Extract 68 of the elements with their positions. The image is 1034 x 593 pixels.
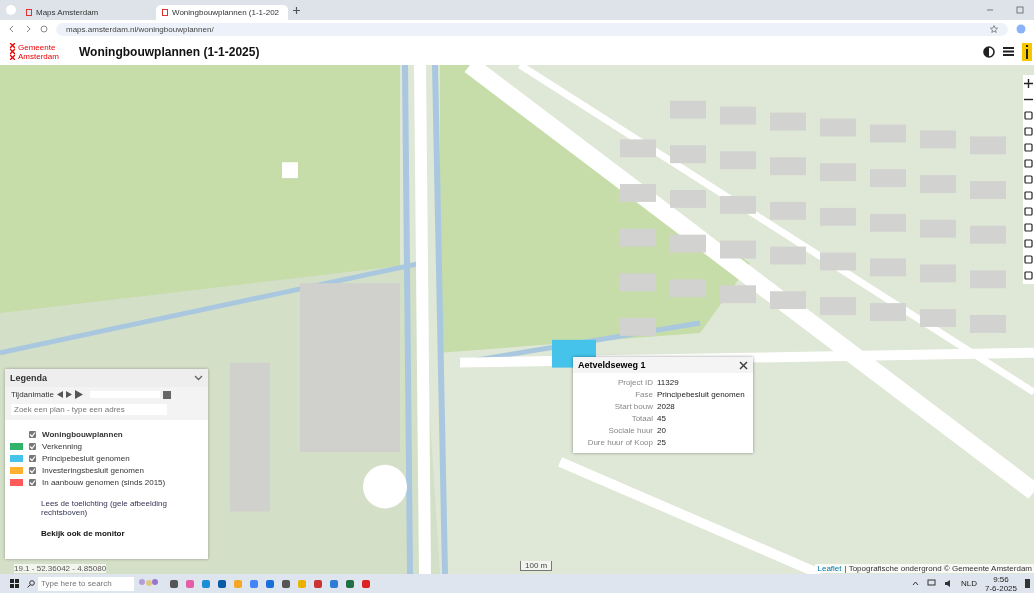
new-tab-icon[interactable] xyxy=(292,5,301,15)
contrast-icon[interactable] xyxy=(983,45,995,58)
logo-text: Gemeente xyxy=(18,42,57,52)
legend-label: Principebesluit genomen xyxy=(42,454,130,463)
field-value: 25 xyxy=(657,438,667,447)
logo-text: Amsterdam xyxy=(18,51,59,61)
popup-title: Aetveldseweg 1 xyxy=(578,360,646,370)
stop-button[interactable] xyxy=(162,390,171,399)
step-forward-icon[interactable] xyxy=(65,391,72,398)
field-label: Dure huur of Koop xyxy=(586,438,653,447)
checkbox[interactable] xyxy=(29,455,36,462)
browser-tab[interactable]: Woningbouwplannen (1-1-202 xyxy=(156,5,288,20)
play-icon[interactable] xyxy=(74,390,83,399)
checkbox[interactable] xyxy=(29,443,36,450)
square-icon[interactable] xyxy=(1024,189,1033,202)
logo-icon xyxy=(162,9,168,16)
address-field[interactable]: maps.amsterdam.nl/woningbouwplannen/ xyxy=(56,22,1008,36)
search-field[interactable]: Zoek een plan - type een adres xyxy=(11,404,167,415)
clock-date[interactable]: 7-6-2025 xyxy=(984,583,1017,593)
app-icon[interactable] xyxy=(186,579,194,588)
field-value: 2028 xyxy=(657,402,676,411)
legend-label: Investeringsbesluit genomen xyxy=(42,466,144,475)
checkbox[interactable] xyxy=(29,479,36,486)
browser-tab[interactable]: Maps Amsterdam xyxy=(20,5,152,20)
coordinates-text: 19.1 - 52.36042 - 4.85080 xyxy=(14,564,107,573)
taskbar-search-field[interactable]: Type here to search xyxy=(38,576,134,591)
reload-icon[interactable] xyxy=(40,25,48,33)
chevron-up-icon[interactable] xyxy=(911,581,919,586)
back-icon[interactable] xyxy=(8,25,16,33)
field-label: Fase xyxy=(634,390,653,399)
plus-icon[interactable] xyxy=(1024,77,1033,90)
network-icon[interactable] xyxy=(926,579,936,588)
menu-icon[interactable] xyxy=(1003,46,1014,57)
field-value: 45 xyxy=(657,414,667,423)
star-icon[interactable] xyxy=(990,25,998,33)
chevron-down-icon[interactable] xyxy=(194,375,203,381)
legend-label: In aanbouw genomen (sinds 2015) xyxy=(42,478,166,487)
legend-label: Woningbouwplannen xyxy=(42,430,123,439)
legend-title: Legenda xyxy=(10,373,47,383)
animation-label: Tijdanimatie xyxy=(11,390,54,399)
app-icon[interactable] xyxy=(218,579,226,588)
speaker-icon[interactable] xyxy=(943,579,953,588)
leaflet-link[interactable]: Leaflet xyxy=(817,564,842,573)
close-icon[interactable] xyxy=(739,360,748,370)
checkbox[interactable] xyxy=(29,467,36,474)
field-label: Sociale huur xyxy=(607,426,653,435)
field-label: Project ID xyxy=(616,378,653,387)
logo-icon xyxy=(26,9,32,16)
checkbox[interactable] xyxy=(29,431,36,438)
field-value: Principebesluit genomen xyxy=(657,390,746,399)
start-icon[interactable] xyxy=(10,579,19,588)
page-title: Woningbouwplannen (1-1-2025) xyxy=(79,44,260,59)
language-indicator[interactable]: NLD xyxy=(960,579,977,588)
forward-icon[interactable] xyxy=(24,25,32,33)
monitor-link[interactable]: Bekijk ook de monitor xyxy=(41,529,125,538)
info-icon[interactable] xyxy=(1022,42,1032,61)
field-value: 20 xyxy=(657,426,667,435)
legend-label: Verkenning xyxy=(42,442,83,451)
scale-bar: 100 m xyxy=(520,561,553,571)
square-icon[interactable] xyxy=(1024,125,1033,138)
field-label: Totaal xyxy=(630,414,653,423)
field-value: 11329 xyxy=(657,378,680,387)
crosses-icon xyxy=(10,42,15,60)
clock-time[interactable]: 9:56 xyxy=(993,574,1009,584)
field-label: Start bouw xyxy=(613,402,653,411)
step-back-icon[interactable] xyxy=(56,391,63,398)
attribution-text: | Topografische ondergrond © Gemeente Amsterdam xyxy=(844,564,1032,573)
note-text: Lees de toelichting (gele afbeelding rechtsboven) xyxy=(41,499,168,517)
